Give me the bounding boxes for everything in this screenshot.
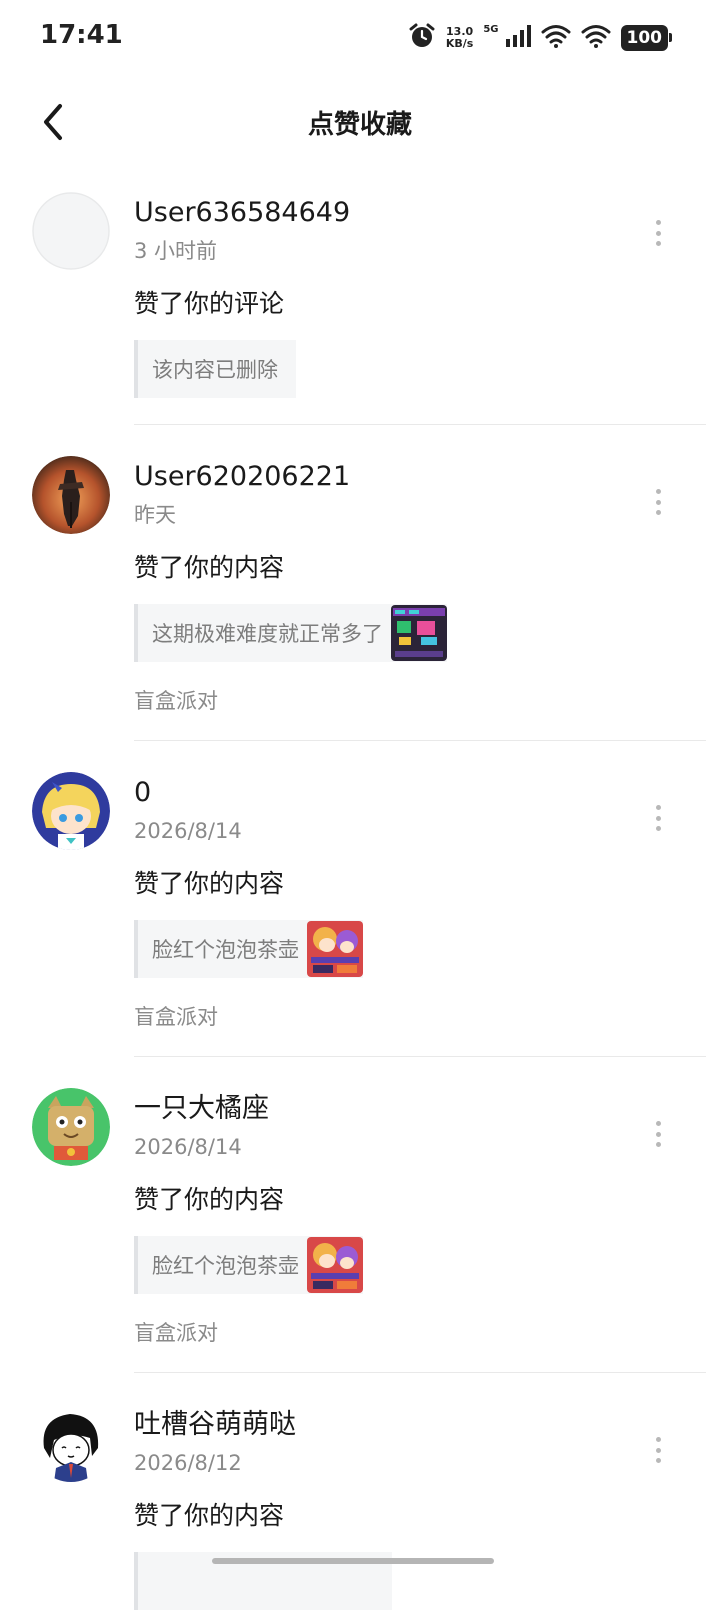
game-screenshot-thumbnail-icon bbox=[391, 605, 447, 661]
avatar[interactable] bbox=[32, 192, 110, 270]
more-dot bbox=[655, 1437, 661, 1442]
more-options-button[interactable] bbox=[646, 1437, 670, 1463]
quoted-content[interactable]: 该内容已删除 bbox=[134, 340, 296, 398]
more-dot bbox=[655, 489, 661, 494]
more-dot bbox=[655, 1447, 661, 1453]
quoted-content[interactable]: 这期极难难度就正常多了 bbox=[134, 604, 447, 662]
more-dot bbox=[655, 220, 661, 225]
more-dot bbox=[655, 241, 661, 246]
signal-icon bbox=[505, 24, 531, 52]
more-dot bbox=[655, 826, 661, 831]
anime-girl-avatar-icon bbox=[32, 772, 110, 850]
action-text: 赞了你的内容 bbox=[134, 1185, 285, 1214]
notification-list: User636584649 3 小时前 赞了你的评论 该内容已删除 User62… bbox=[0, 180, 720, 1610]
avatar[interactable] bbox=[32, 772, 110, 850]
quoted-content[interactable]: 脸红个泡泡茶壶 bbox=[134, 1236, 363, 1294]
warrior-sunset-avatar-icon bbox=[32, 456, 110, 534]
avatar[interactable] bbox=[32, 456, 110, 534]
source-tag[interactable]: 盲盒派对 bbox=[134, 1002, 720, 1032]
username[interactable]: 一只大橘座 bbox=[134, 1090, 720, 1128]
username[interactable]: User620206221 bbox=[134, 458, 720, 496]
character-artwork-thumbnail-icon bbox=[307, 1237, 363, 1293]
more-options-button[interactable] bbox=[646, 805, 670, 831]
status-bar: 17:41 13.0 KB/s 5G 100 bbox=[0, 0, 720, 76]
battery-indicator: 100 bbox=[620, 25, 672, 51]
more-dot bbox=[655, 805, 661, 810]
avatar[interactable] bbox=[32, 1088, 110, 1166]
more-options-button[interactable] bbox=[646, 220, 670, 246]
more-dot bbox=[655, 1121, 661, 1126]
network-speed-unit: KB/s bbox=[445, 37, 474, 50]
page-title: 点赞收藏 bbox=[307, 110, 412, 140]
action-text: 赞了你的内容 bbox=[134, 869, 285, 898]
avatar[interactable] bbox=[32, 1404, 110, 1482]
network-type: 5G bbox=[483, 24, 499, 35]
list-item[interactable]: User620206221 昨天 赞了你的内容 这期极难难度就正常多了 盲盒派对 bbox=[0, 425, 720, 740]
more-dot bbox=[655, 230, 661, 236]
content-thumbnail[interactable] bbox=[391, 605, 447, 661]
action-text: 赞了你的内容 bbox=[134, 553, 285, 582]
source-tag[interactable]: 盲盒派对 bbox=[134, 686, 720, 716]
content-thumbnail[interactable] bbox=[307, 1237, 363, 1293]
quoted-content[interactable]: 脸红个泡泡茶壶 bbox=[134, 920, 363, 978]
list-item[interactable]: 一只大橘座 2026/8/14 赞了你的内容 脸红个泡泡茶壶 盲盒派对 bbox=[0, 1057, 720, 1372]
content-thumbnail[interactable] bbox=[307, 921, 363, 977]
timestamp: 昨天 bbox=[134, 503, 176, 527]
list-item[interactable]: 吐槽谷萌萌哒 2026/8/12 赞了你的内容 bbox=[0, 1373, 720, 1610]
network-speed: 13.0 KB/s bbox=[446, 26, 473, 50]
list-item[interactable]: User636584649 3 小时前 赞了你的评论 该内容已删除 bbox=[0, 180, 720, 424]
quoted-text: 该内容已删除 bbox=[152, 358, 278, 382]
alarm-icon bbox=[408, 22, 436, 54]
timestamp: 2026/8/12 bbox=[134, 1451, 242, 1475]
more-dot bbox=[655, 1142, 661, 1147]
sketch-character-avatar-icon bbox=[32, 1404, 110, 1482]
action-text: 赞了你的内容 bbox=[134, 1501, 285, 1530]
source-tag[interactable]: 盲盒派对 bbox=[134, 1318, 720, 1348]
username[interactable]: User636584649 bbox=[134, 194, 720, 232]
page-header: 点赞收藏 bbox=[0, 76, 720, 168]
more-options-button[interactable] bbox=[646, 489, 670, 515]
list-item[interactable]: 0 2026/8/14 赞了你的内容 脸红个泡泡茶壶 盲盒派对 bbox=[0, 741, 720, 1056]
character-artwork-thumbnail-icon bbox=[307, 921, 363, 977]
more-dot bbox=[655, 1131, 661, 1137]
more-dot bbox=[655, 1458, 661, 1463]
more-dot bbox=[655, 510, 661, 515]
more-dot bbox=[655, 499, 661, 505]
home-indicator[interactable] bbox=[212, 1558, 494, 1564]
quoted-text: 这期极难难度就正常多了 bbox=[152, 622, 383, 646]
quoted-text: 脸红个泡泡茶壶 bbox=[152, 1254, 299, 1278]
timestamp: 3 小时前 bbox=[134, 239, 218, 263]
username[interactable]: 吐槽谷萌萌哒 bbox=[134, 1406, 720, 1444]
username[interactable]: 0 bbox=[134, 774, 720, 812]
cat-avatar-icon bbox=[32, 1088, 110, 1166]
action-text: 赞了你的评论 bbox=[134, 289, 285, 318]
more-dot bbox=[655, 815, 661, 821]
timestamp: 2026/8/14 bbox=[134, 819, 242, 843]
timestamp: 2026/8/14 bbox=[134, 1135, 242, 1159]
more-options-button[interactable] bbox=[646, 1121, 670, 1147]
blank-avatar-icon bbox=[32, 192, 110, 270]
wifi-icon-secondary bbox=[581, 24, 611, 52]
quoted-text: 脸红个泡泡茶壶 bbox=[152, 938, 299, 962]
wifi-icon bbox=[541, 24, 571, 52]
status-icons: 13.0 KB/s 5G 100 bbox=[408, 22, 672, 54]
status-time: 17:41 bbox=[40, 20, 123, 50]
